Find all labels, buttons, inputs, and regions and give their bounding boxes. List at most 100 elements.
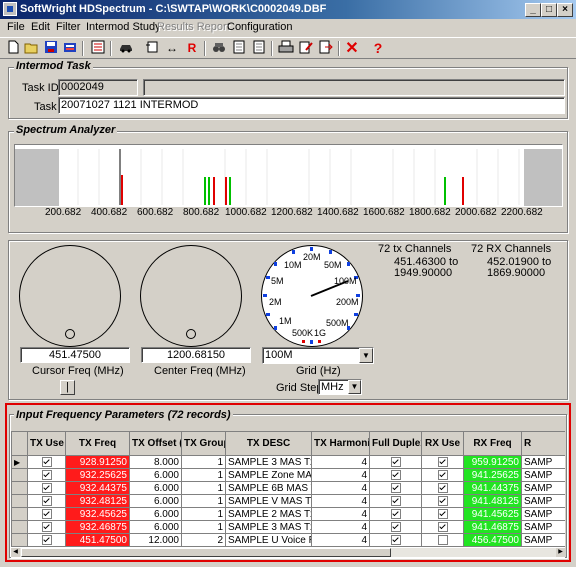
help-icon[interactable]: ? (369, 40, 387, 57)
rx-use-cell[interactable] (421, 494, 464, 508)
rx-use-cell-checkbox[interactable] (437, 508, 448, 519)
tx-freq-cell[interactable]: 451.47500 (65, 533, 130, 547)
col-r[interactable]: R (521, 431, 565, 456)
center-knob[interactable] (186, 329, 196, 339)
export-icon[interactable] (317, 40, 335, 57)
edit-page-icon[interactable] (297, 40, 315, 57)
tx-group-cell[interactable]: 1 (181, 494, 226, 508)
rx-use-cell[interactable] (421, 533, 464, 547)
tx-offset-cell[interactable]: 6.000 (129, 481, 182, 495)
tx-group-cell[interactable]: 1 (181, 507, 226, 521)
r-cell[interactable]: SAMP (521, 468, 565, 482)
tx-harmonics-cell[interactable]: 4 (311, 494, 370, 508)
tx-offset-cell[interactable]: 12.000 (129, 533, 182, 547)
tx-desc-cell[interactable]: SAMPLE U Voice R (225, 533, 312, 547)
col-full-duplex[interactable]: Full Duplex (369, 431, 422, 456)
full-duplex-cell[interactable] (369, 494, 422, 508)
rx-freq-cell[interactable]: 941.25625 (463, 468, 522, 482)
tx-offset-cell[interactable]: 6.000 (129, 507, 182, 521)
tx-desc-cell[interactable]: SAMPLE Zone MAS (225, 468, 312, 482)
r-cell[interactable]: SAMP (521, 520, 565, 534)
tx-offset-cell[interactable]: 6.000 (129, 520, 182, 534)
grid-step-select[interactable]: MHz ▼ (318, 379, 362, 395)
tx-harmonics-cell[interactable]: 4 (311, 468, 370, 482)
r-cell[interactable]: SAMP (521, 507, 565, 521)
horizontal-scrollbar[interactable]: ◀ ▶ (11, 548, 565, 557)
tx-freq-cell[interactable]: 932.45625 (65, 507, 130, 521)
row-selector[interactable] (11, 507, 28, 521)
tx-offset-cell[interactable]: 6.000 (129, 468, 182, 482)
full-duplex-cell-checkbox[interactable] (390, 521, 401, 532)
center-freq-dial[interactable] (140, 245, 242, 347)
table-row[interactable]: 451.47500 12.000 2 SAMPLE U Voice R 4 456.475… (11, 533, 565, 547)
rx-freq-cell[interactable]: 941.44375 (463, 481, 522, 495)
row-selector[interactable] (11, 481, 28, 495)
cursor-freq-dial[interactable] (19, 245, 121, 347)
tx-group-cell[interactable]: 1 (181, 520, 226, 534)
menu-results-report[interactable]: Results Report (157, 21, 230, 33)
table-row[interactable]: 932.45625 6.000 1 SAMPLE 2 MAS Tx 4 941.45625… (11, 507, 565, 521)
params-grid[interactable]: TX Use TX Freq TX Offset (KHz) TX Group … (11, 431, 565, 559)
r-cell[interactable]: SAMP (521, 481, 565, 495)
r-icon[interactable]: R (183, 40, 201, 57)
table-row[interactable]: 932.443756.0001SAMPLE 6B MAS Tx4 941.4437… (11, 481, 565, 495)
chevron-down-icon[interactable]: ▼ (359, 348, 373, 363)
save-icon[interactable] (42, 40, 60, 57)
full-duplex-cell-checkbox[interactable] (390, 456, 401, 467)
menu-filter[interactable]: Filter (56, 21, 80, 33)
tx-desc-cell[interactable]: SAMPLE 2 MAS Tx (225, 507, 312, 521)
rx-use-cell[interactable] (421, 507, 464, 521)
tx-desc-cell[interactable]: SAMPLE 3 MAS Tx (225, 455, 312, 469)
menu-configuration[interactable]: Configuration (227, 21, 292, 33)
list-icon[interactable] (89, 40, 107, 57)
full-duplex-cell-checkbox[interactable] (390, 482, 401, 493)
full-duplex-cell[interactable] (369, 481, 422, 495)
tx-use-cell[interactable] (27, 481, 66, 495)
grid-dial[interactable]: 10M 20M 50M 100M 200M 500M 1G 500K 1M 2M… (261, 245, 363, 347)
page-icon[interactable] (230, 40, 248, 57)
col-tx-use[interactable]: TX Use (27, 431, 66, 456)
tx-desc-cell[interactable]: SAMPLE 3 MAS Tx (225, 520, 312, 534)
col-tx-group[interactable]: TX Group (181, 431, 226, 456)
printer-icon[interactable] (277, 40, 295, 57)
full-duplex-cell[interactable] (369, 455, 422, 469)
full-duplex-cell[interactable] (369, 533, 422, 547)
full-duplex-cell-checkbox[interactable] (390, 469, 401, 480)
open-icon[interactable] (23, 40, 41, 57)
menu-intermod-study[interactable]: Intermod Study (86, 21, 161, 33)
tx-use-cell-checkbox[interactable] (41, 482, 52, 493)
tx-harmonics-cell[interactable]: 4 (311, 507, 370, 521)
tx-offset-cell[interactable]: 8.000 (129, 455, 182, 469)
rx-freq-cell[interactable]: 959.91250 (463, 455, 522, 469)
full-duplex-cell-checkbox[interactable] (390, 534, 401, 545)
r-cell[interactable]: SAMP (521, 494, 565, 508)
col-rx-freq[interactable]: RX Freq (463, 431, 522, 456)
tx-harmonics-cell[interactable]: 4 (311, 481, 370, 495)
tx-freq-cell[interactable]: 932.48125 (65, 494, 130, 508)
tx-freq-cell[interactable]: 932.46875 (65, 520, 130, 534)
tx-use-cell-checkbox[interactable] (41, 469, 52, 480)
scroll-thumb[interactable] (21, 548, 391, 557)
tx-desc-cell[interactable]: SAMPLE 6B MAS Tx (225, 481, 312, 495)
full-duplex-cell[interactable] (369, 468, 422, 482)
report-icon[interactable] (143, 40, 161, 57)
tx-harmonics-cell[interactable]: 4 (311, 455, 370, 469)
tx-use-cell-checkbox[interactable] (41, 534, 52, 545)
rx-freq-cell[interactable]: 456.47500 (463, 533, 522, 547)
tx-harmonics-cell[interactable]: 4 (311, 533, 370, 547)
exchange-icon[interactable]: ↔ (163, 40, 181, 57)
row-selector[interactable] (11, 520, 28, 534)
rx-freq-cell[interactable]: 941.48125 (463, 494, 522, 508)
rx-freq-cell[interactable]: 941.45625 (463, 507, 522, 521)
tx-freq-cell[interactable]: 932.44375 (65, 481, 130, 495)
rx-use-cell-checkbox[interactable] (437, 469, 448, 480)
center-freq-input[interactable]: 1200.68150 (141, 347, 251, 363)
tx-use-cell[interactable] (27, 533, 66, 547)
new-icon[interactable] (4, 40, 22, 57)
chevron-down-icon[interactable]: ▼ (348, 380, 361, 394)
tx-group-cell[interactable]: 1 (181, 468, 226, 482)
car-icon[interactable] (117, 40, 135, 57)
table-row[interactable]: ▶ 928.91250 8.000 1 SAMPLE 3 MAS Tx 4 959.9125… (11, 455, 565, 469)
row-selector[interactable] (11, 468, 28, 482)
print-setup-icon[interactable] (61, 40, 79, 57)
